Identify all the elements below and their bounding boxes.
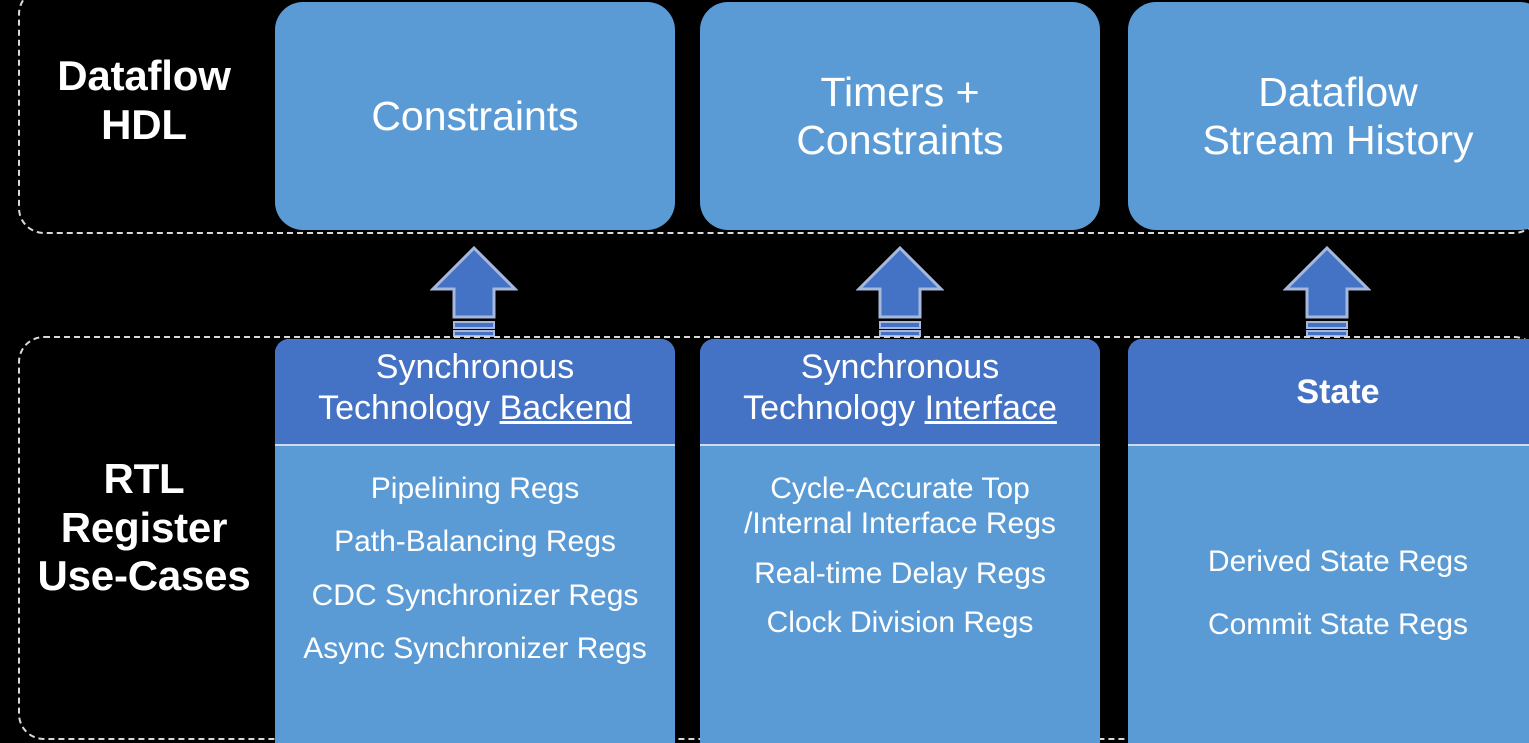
card-body-state: Derived State Regs Commit State Regs (1128, 446, 1529, 743)
card-body-sync-technology-backend: Pipelining Regs Path-Balancing Regs CDC … (275, 446, 675, 743)
rtl-register-use-cases-row-label: RTL Register Use-Cases (37, 455, 251, 600)
dataflow-hdl-row-label: Dataflow HDL (57, 52, 231, 148)
top-card-constraints-title: Constraints (371, 92, 579, 139)
bottom-card-sync-technology-backend: Synchronous Technology Backend Pipelinin… (275, 339, 675, 743)
top-card-dataflow-stream-history-title: Dataflow Stream History (1202, 68, 1474, 163)
list-item: Pipelining Regs (370, 472, 580, 505)
list-item: Cycle-Accurate Top /Internal Interface R… (744, 472, 1056, 541)
striped-up-arrow-icon (1282, 245, 1372, 337)
card-header-emphasis: Backend (499, 389, 632, 428)
list-item: Clock Division Regs (766, 606, 1034, 640)
top-card-dataflow-stream-history: Dataflow Stream History (1128, 2, 1529, 230)
card-header-sync-technology-interface: Synchronous Technology Interface (700, 339, 1100, 446)
list-item: Path-Balancing Regs (334, 525, 616, 559)
bottom-card-sync-technology-interface: Synchronous Technology Interface Cycle-A… (700, 339, 1100, 743)
list-item: Commit State Regs (1207, 608, 1469, 642)
list-item: Derived State Regs (1207, 545, 1469, 578)
card-header-state: State (1128, 339, 1529, 446)
top-card-timers-constraints: Timers + Constraints (700, 2, 1100, 230)
top-card-timers-constraints-title: Timers + Constraints (796, 68, 1004, 163)
top-card-constraints: Constraints (275, 2, 675, 230)
list-item: Real-time Delay Regs (754, 556, 1046, 590)
list-item: CDC Synchronizer Regs (311, 578, 639, 612)
bottom-card-state: State Derived State Regs Commit State Re… (1128, 339, 1529, 743)
diagram-canvas: Dataflow HDL Constraints Timers + Constr… (0, 0, 1529, 743)
card-body-sync-technology-interface: Cycle-Accurate Top /Internal Interface R… (700, 446, 1100, 743)
card-header-sync-technology-backend: Synchronous Technology Backend (275, 339, 675, 446)
list-item: Async Synchronizer Regs (303, 632, 647, 666)
card-header-emphasis: Interface (924, 389, 1057, 428)
card-header-emphasis: State (1296, 372, 1380, 411)
striped-up-arrow-icon (855, 245, 945, 337)
striped-up-arrow-icon (429, 245, 519, 337)
